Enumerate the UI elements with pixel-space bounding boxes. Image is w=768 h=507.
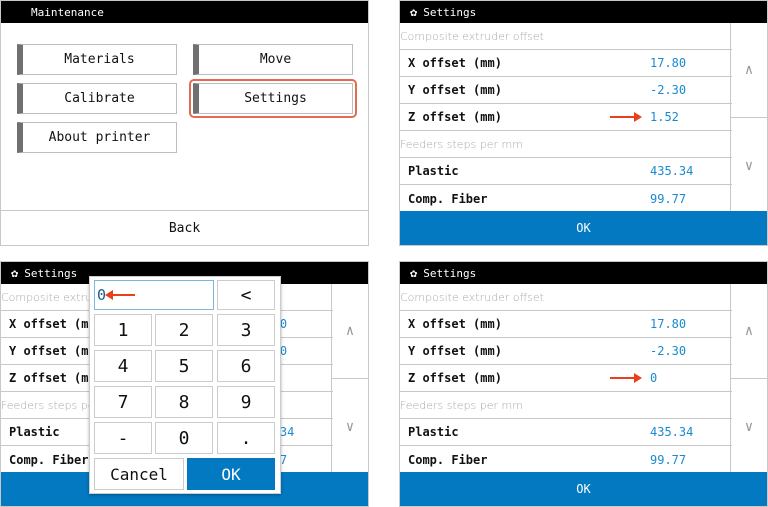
settings-list: Composite extruder offset X offset (mm)1… <box>400 23 732 212</box>
settings-button[interactable]: Settings <box>189 79 357 118</box>
setting-value[interactable]: 435.34 <box>650 164 693 178</box>
setting-value[interactable]: 435.34 <box>650 425 693 439</box>
ok-button[interactable]: OK <box>400 211 767 245</box>
settings-list: Composite extruder offset X offset (mm)1… <box>400 284 732 473</box>
setting-row[interactable]: X offset (mm)17.80 <box>400 311 732 338</box>
scroll-up-button[interactable]: ∧ <box>332 284 368 379</box>
keypad-cancel-button[interactable]: Cancel <box>94 458 184 490</box>
setting-row[interactable]: Z offset (mm) 1.52 <box>400 104 732 131</box>
move-button[interactable]: Move <box>193 44 353 75</box>
setting-value[interactable]: 0 <box>650 371 657 385</box>
setting-row[interactable]: X offset (mm)17.80 <box>400 50 732 77</box>
scroll-controls: ∧ ∨ <box>730 284 767 474</box>
section-header: Composite extruder offset <box>400 284 732 311</box>
key-1[interactable]: 1 <box>94 314 152 346</box>
setting-label: Z offset (mm) <box>408 371 502 385</box>
setting-row[interactable]: Z offset (mm) 0 <box>400 365 732 392</box>
screen-title: Settings <box>423 5 477 19</box>
key-6[interactable]: 6 <box>217 350 275 382</box>
setting-row[interactable]: Plastic435.34 <box>400 158 732 185</box>
scroll-down-button[interactable]: ∨ <box>731 379 767 474</box>
key-3[interactable]: 3 <box>217 314 275 346</box>
key-8[interactable]: 8 <box>155 386 213 418</box>
screen-title: Settings <box>24 266 78 280</box>
ok-button[interactable]: OK <box>400 472 767 506</box>
setting-value[interactable]: 17.80 <box>650 56 686 70</box>
scroll-up-button[interactable]: ∧ <box>731 23 767 118</box>
arrow-left-icon <box>105 290 135 300</box>
screen-title: Maintenance <box>31 5 104 19</box>
gear-icon: ✿ <box>410 5 418 19</box>
key-minus[interactable]: - <box>94 422 152 454</box>
setting-value[interactable]: 99.77 <box>650 192 686 206</box>
calibrate-button[interactable]: Calibrate <box>17 83 177 114</box>
backspace-button[interactable]: < <box>217 280 275 310</box>
arrow-right-icon <box>610 373 642 383</box>
back-button[interactable]: Back <box>1 210 368 245</box>
setting-row[interactable]: Comp. Fiber99.77 <box>400 185 732 212</box>
setting-value[interactable]: -2.30 <box>650 344 686 358</box>
gear-icon: ✿ <box>11 266 19 280</box>
numeric-keypad: 0 < 1 2 3 4 5 6 7 8 9 - 0 . Cancel OK <box>89 276 281 494</box>
key-9[interactable]: 9 <box>217 386 275 418</box>
materials-button[interactable]: Materials <box>17 44 177 75</box>
key-0[interactable]: 0 <box>155 422 213 454</box>
maintenance-screen: Maintenance Materials Move Calibrate Set… <box>0 0 369 246</box>
settings-screen-updated: ✿ Settings Composite extruder offset X of… <box>399 261 768 507</box>
scroll-down-button[interactable]: ∨ <box>731 118 767 213</box>
title-bar: ✿ Settings <box>400 1 767 23</box>
setting-row[interactable]: Comp. Fiber99.77 <box>400 446 732 473</box>
section-header: Composite extruder offset <box>400 23 732 50</box>
setting-label: Z offset (mm) <box>408 110 502 124</box>
gear-icon: ✿ <box>410 266 418 280</box>
scroll-down-button[interactable]: ∨ <box>332 379 368 474</box>
scroll-controls: ∧ ∨ <box>331 284 368 474</box>
setting-value[interactable]: 99.77 <box>650 453 686 467</box>
section-header: Feeders steps per mm <box>400 131 732 158</box>
setting-value[interactable]: 1.52 <box>650 110 679 124</box>
keypad-input[interactable]: 0 <box>94 280 214 310</box>
screen-title: Settings <box>423 266 477 280</box>
key-4[interactable]: 4 <box>94 350 152 382</box>
settings-screen: ✿ Settings Composite extruder offset X of… <box>399 0 768 246</box>
key-5[interactable]: 5 <box>155 350 213 382</box>
setting-row[interactable]: Y offset (mm)-2.30 <box>400 77 732 104</box>
scroll-controls: ∧ ∨ <box>730 23 767 213</box>
setting-row[interactable]: Plastic435.34 <box>400 419 732 446</box>
setting-value[interactable]: 17.80 <box>650 317 686 331</box>
key-7[interactable]: 7 <box>94 386 152 418</box>
about-printer-button[interactable]: About printer <box>17 122 177 153</box>
setting-value[interactable]: -2.30 <box>650 83 686 97</box>
section-header: Feeders steps per mm <box>400 392 732 419</box>
title-bar: Maintenance <box>1 1 368 23</box>
title-bar: ✿ Settings <box>400 262 767 284</box>
key-2[interactable]: 2 <box>155 314 213 346</box>
setting-row[interactable]: Y offset (mm)-2.30 <box>400 338 732 365</box>
arrow-right-icon <box>610 112 642 122</box>
key-decimal[interactable]: . <box>217 422 275 454</box>
scroll-up-button[interactable]: ∧ <box>731 284 767 379</box>
keypad-ok-button[interactable]: OK <box>187 458 275 490</box>
